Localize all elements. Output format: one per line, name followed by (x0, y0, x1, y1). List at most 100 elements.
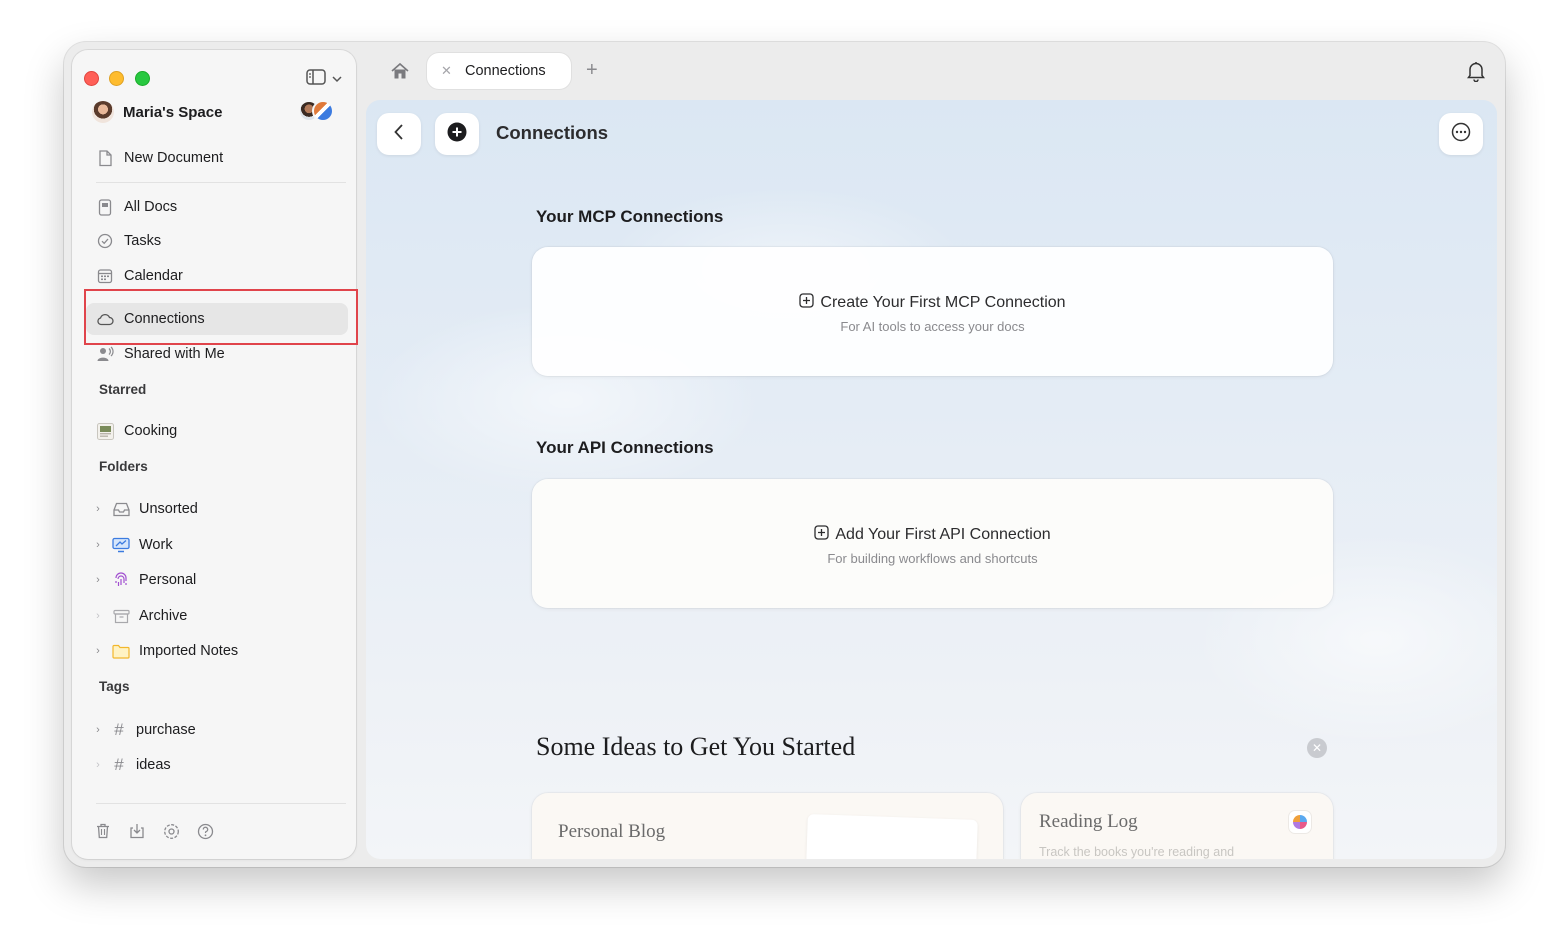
starred-item-cooking[interactable]: Cooking (86, 415, 348, 447)
docs-icon (96, 198, 114, 216)
folder-item-imported-notes[interactable]: › Imported Notes (92, 636, 348, 666)
desktop-computer-icon (112, 536, 130, 554)
plus-square-icon (814, 525, 830, 545)
workspace-name: Maria's Space (123, 103, 223, 121)
sidebar-item-calendar[interactable]: Calendar (86, 260, 348, 292)
sidebar-footer-toolbar (94, 822, 214, 840)
chevron-right-icon[interactable]: › (92, 724, 104, 736)
gear-icon[interactable] (162, 822, 180, 840)
import-icon[interactable] (128, 822, 146, 840)
api-connection-description: For building workflows and shortcuts (827, 551, 1038, 566)
folder-label: Personal (139, 572, 197, 588)
sidebar-item-label: All Docs (124, 199, 178, 215)
sidebar-item-label: Calendar (124, 268, 183, 284)
tab-label: Connections (465, 63, 546, 79)
folder-item-work[interactable]: › Work (92, 530, 348, 560)
idea-card-personal-blog[interactable]: Personal Blog (532, 793, 1003, 859)
chevron-left-icon (393, 123, 405, 146)
bell-icon[interactable] (1466, 60, 1488, 83)
minimize-window-button[interactable] (109, 71, 124, 86)
folder-label: Archive (139, 608, 188, 624)
sidebar-item-label: Shared with Me (124, 346, 225, 362)
sidebar-item-tasks[interactable]: Tasks (86, 225, 348, 257)
chevron-down-icon (332, 70, 342, 88)
collaborator-avatar (312, 100, 334, 122)
idea-card-description: Track the books you're reading and (1039, 845, 1235, 859)
idea-card-title: Personal Blog (558, 821, 666, 842)
archive-box-icon (112, 607, 130, 625)
shared-users-icon (96, 345, 114, 363)
chevron-right-icon[interactable]: › (92, 610, 104, 622)
sidebar-item-all-docs[interactable]: All Docs (86, 191, 348, 223)
back-button[interactable] (377, 113, 421, 155)
highlight-annotation (84, 289, 358, 345)
check-circle-icon (96, 232, 114, 250)
trash-icon[interactable] (94, 822, 112, 840)
create-mcp-connection-card[interactable]: Create Your First MCP Connection For AI … (532, 247, 1333, 376)
chevron-right-icon[interactable]: › (92, 574, 104, 586)
folder-item-unsorted[interactable]: › Unsorted (92, 494, 348, 524)
chevron-right-icon[interactable]: › (92, 539, 104, 551)
cooking-thumbnail-icon (96, 422, 114, 440)
chevron-right-icon[interactable]: › (92, 759, 104, 771)
new-document-label: New Document (124, 150, 224, 166)
home-icon[interactable] (390, 62, 410, 82)
folder-label: Unsorted (139, 501, 198, 517)
tag-item-ideas[interactable]: › # ideas (92, 750, 348, 780)
tag-item-purchase[interactable]: › # purchase (92, 715, 348, 745)
folder-label: Imported Notes (139, 643, 239, 659)
zoom-window-button[interactable] (135, 71, 150, 86)
new-tab-button[interactable]: + (586, 59, 598, 82)
dismiss-ideas-button[interactable]: ✕ (1307, 738, 1327, 758)
hashtag-icon: # (114, 755, 124, 774)
starred-item-label: Cooking (124, 423, 178, 439)
add-api-connection-card[interactable]: Add Your First API Connection For buildi… (532, 479, 1333, 608)
avatar (92, 101, 114, 123)
tag-label: ideas (136, 757, 171, 773)
sidebar-item-label: Tasks (124, 233, 162, 249)
divider (96, 182, 346, 183)
chevron-right-icon[interactable]: › (92, 503, 104, 515)
tab-connections[interactable]: ✕ Connections (427, 53, 571, 89)
main-content: Connections Your MCP Connections Create … (366, 100, 1497, 859)
document-icon (96, 149, 114, 167)
workspace-switcher[interactable]: Maria's Space (92, 100, 342, 124)
sidebar-layout-icon (306, 68, 326, 90)
api-connections-heading: Your API Connections (536, 438, 714, 457)
close-window-button[interactable] (84, 71, 99, 86)
help-icon[interactable] (196, 822, 214, 840)
calendar-icon (96, 267, 114, 285)
app-window: Maria's Space New Document All Docs Task… (64, 42, 1505, 867)
hashtag-icon: # (114, 720, 124, 739)
idea-card-title: Reading Log (1039, 811, 1138, 832)
folder-item-archive[interactable]: › Archive (92, 601, 348, 631)
plus-square-icon (799, 293, 815, 313)
mcp-connections-heading: Your MCP Connections (536, 207, 724, 226)
ellipsis-circle-icon (1451, 122, 1471, 147)
sidebar-item-shared-with-me[interactable]: Shared with Me (86, 338, 348, 370)
folder-item-personal[interactable]: › Personal (92, 565, 348, 595)
close-icon: ✕ (1311, 741, 1323, 755)
mcp-connection-description: For AI tools to access your docs (840, 319, 1025, 334)
sidebar: Maria's Space New Document All Docs Task… (72, 50, 358, 859)
collaborator-avatars[interactable] (298, 100, 334, 122)
folders-heading: Folders (99, 459, 148, 474)
chevron-right-icon[interactable]: › (92, 645, 104, 657)
starred-heading: Starred (99, 382, 147, 397)
new-document-button[interactable]: New Document (86, 142, 348, 174)
folder-icon (112, 642, 130, 660)
sidebar-toggle-button[interactable] (306, 68, 354, 90)
add-api-connection-button[interactable]: Add Your First API Connection (532, 525, 1333, 545)
idea-card-reading-log[interactable]: Reading Log Track the books you're readi… (1021, 793, 1333, 859)
close-tab-icon[interactable]: ✕ (441, 63, 455, 79)
folder-label: Work (139, 537, 173, 553)
add-api-connection-label: Add Your First API Connection (835, 526, 1051, 543)
more-options-button[interactable] (1439, 113, 1483, 155)
plus-circle-icon (447, 122, 467, 147)
tag-label: purchase (136, 722, 196, 738)
divider (96, 803, 346, 804)
add-connection-button[interactable] (435, 113, 479, 155)
ideas-heading: Some Ideas to Get You Started (536, 732, 856, 761)
create-mcp-connection-button[interactable]: Create Your First MCP Connection (532, 293, 1333, 313)
page-title: Connections (496, 122, 609, 143)
